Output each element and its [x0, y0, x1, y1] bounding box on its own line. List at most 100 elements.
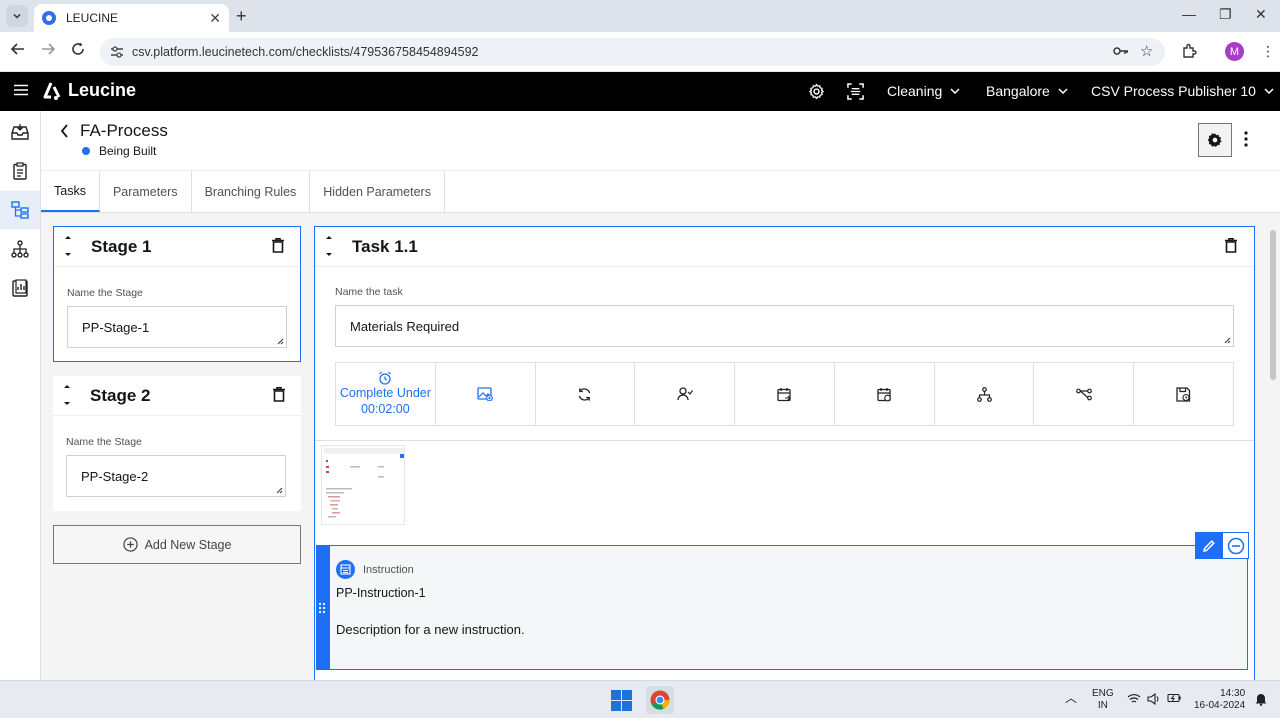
- location-selector[interactable]: Bangalore: [986, 83, 1068, 99]
- reorder-arrows[interactable]: [63, 233, 73, 259]
- nav-ontology[interactable]: [0, 230, 40, 268]
- task-card[interactable]: Task 1.1 Name the task Materials Require…: [314, 226, 1255, 680]
- section-divider: [315, 440, 1254, 441]
- instruction-actions: [1195, 532, 1249, 559]
- nav-reports[interactable]: [0, 269, 40, 307]
- bookmark-star-icon[interactable]: ☆: [1140, 42, 1153, 60]
- delete-task-icon[interactable]: [1225, 238, 1237, 253]
- minimize-icon[interactable]: —: [1182, 6, 1196, 22]
- tab-branching-rules[interactable]: Branching Rules: [192, 171, 311, 212]
- delete-stage-icon[interactable]: [273, 387, 285, 402]
- refresh-icon: [579, 387, 591, 401]
- instruction-parameter-card[interactable]: Instruction PP-Instruction-1 Description…: [316, 532, 1249, 670]
- browser-tab[interactable]: LEUCINE ✕: [34, 4, 229, 32]
- reload-icon[interactable]: [71, 42, 85, 56]
- user-assign-icon: [677, 387, 693, 401]
- task-header: Task 1.1: [315, 227, 1254, 267]
- schedule-action[interactable]: [735, 363, 835, 425]
- user-menu[interactable]: CSV Process Publisher 10: [1091, 83, 1274, 99]
- nav-inbox[interactable]: [0, 113, 40, 151]
- instruction-icon: [336, 560, 355, 579]
- image-add-icon: [477, 387, 494, 401]
- screenshot-preview-image: [324, 448, 404, 518]
- restore-icon[interactable]: ❐: [1219, 6, 1232, 23]
- drag-handle-icon[interactable]: [318, 602, 326, 614]
- stage-name-input[interactable]: PP-Stage-1: [67, 306, 287, 348]
- stage-card[interactable]: Stage 1 Name the Stage PP-Stage-1: [53, 226, 301, 362]
- chrome-taskbar-icon[interactable]: [646, 686, 674, 714]
- nav-checklists[interactable]: [0, 152, 40, 190]
- new-tab-icon[interactable]: +: [236, 6, 247, 27]
- tab-tasks[interactable]: Tasks: [41, 171, 100, 212]
- resize-handle-icon[interactable]: [276, 487, 283, 494]
- resize-handle-icon[interactable]: [277, 338, 284, 345]
- report-icon: [12, 279, 28, 297]
- timer-action[interactable]: Complete Under 00:02:00: [336, 363, 436, 425]
- profile-avatar[interactable]: M: [1225, 42, 1244, 61]
- process-flow-icon: [11, 201, 29, 219]
- instruction-name: PP-Instruction-1: [336, 586, 426, 600]
- stage-title: Stage 2: [90, 386, 151, 405]
- facility-selector[interactable]: Cleaning: [887, 83, 960, 99]
- extensions-icon[interactable]: [1181, 43, 1197, 59]
- save-template-action[interactable]: [1134, 363, 1233, 425]
- due-date-action[interactable]: [835, 363, 935, 425]
- input-language[interactable]: ENG IN: [1092, 688, 1114, 712]
- system-clock[interactable]: 14:30 16-04-2024: [1194, 688, 1245, 712]
- recurrence-action[interactable]: [536, 363, 636, 425]
- hamburger-menu-icon[interactable]: [14, 84, 28, 96]
- process-tabs: Tasks Parameters Branching Rules Hidden …: [41, 171, 1280, 213]
- gear-icon: [1207, 133, 1222, 147]
- edit-instruction-button[interactable]: [1195, 532, 1222, 559]
- tab-hidden-parameters[interactable]: Hidden Parameters: [310, 171, 445, 212]
- forward-icon[interactable]: [41, 42, 55, 56]
- battery-icon[interactable]: [1167, 693, 1181, 703]
- flow-action[interactable]: [1034, 363, 1135, 425]
- remove-instruction-button[interactable]: [1222, 532, 1249, 559]
- back-arrow-icon[interactable]: [60, 124, 70, 138]
- chevron-down-icon: [950, 88, 960, 94]
- task-name-input[interactable]: Materials Required: [335, 305, 1234, 347]
- reorder-arrows[interactable]: [62, 382, 72, 408]
- back-icon[interactable]: [11, 42, 25, 56]
- location-name: Bangalore: [986, 83, 1050, 99]
- sort-arrows-icon: [326, 236, 332, 256]
- reorder-arrows[interactable]: [324, 233, 334, 259]
- site-info-icon[interactable]: [110, 46, 124, 58]
- address-bar[interactable]: csv.platform.leucinetech.com/checklists/…: [100, 38, 1165, 66]
- sort-arrows-icon: [64, 385, 70, 405]
- branching-action[interactable]: [935, 363, 1035, 425]
- media-action[interactable]: [436, 363, 536, 425]
- status-dot: [82, 147, 90, 155]
- volume-icon[interactable]: [1147, 693, 1161, 705]
- add-new-stage-button[interactable]: Add New Stage: [53, 525, 301, 564]
- page-scrollbar[interactable]: [1270, 230, 1276, 380]
- scan-icon[interactable]: [847, 83, 864, 100]
- app-header: Leucine Cleaning Bangalore CSV Process P…: [0, 72, 1280, 111]
- attached-media-thumbnail[interactable]: [321, 445, 405, 525]
- os-taskbar: ︿ ENG IN 14:30 16-04-2024: [0, 680, 1280, 718]
- settings-gear-icon[interactable]: [808, 83, 825, 100]
- timer-value: 00:02:00: [361, 402, 410, 416]
- tab-search-button[interactable]: [6, 5, 28, 27]
- language-text: ENG: [1092, 688, 1114, 699]
- windows-start-icon[interactable]: [611, 690, 632, 711]
- leucine-logo[interactable]: Leucine: [42, 80, 136, 101]
- browser-menu-icon[interactable]: ⋮: [1261, 43, 1275, 60]
- process-settings-button[interactable]: [1198, 123, 1232, 157]
- close-tab-icon[interactable]: ✕: [209, 10, 221, 27]
- wifi-icon[interactable]: [1127, 693, 1141, 704]
- nav-process-builder[interactable]: [0, 191, 40, 229]
- more-options-icon[interactable]: [1244, 131, 1248, 147]
- assignment-action[interactable]: [635, 363, 736, 425]
- show-hidden-icons-icon[interactable]: ︿: [1065, 692, 1077, 704]
- stage-card[interactable]: Stage 2 Name the Stage PP-Stage-2: [53, 376, 301, 511]
- resize-handle-icon[interactable]: [1224, 337, 1231, 344]
- window-close-icon[interactable]: ✕: [1255, 6, 1267, 23]
- tab-parameters[interactable]: Parameters: [100, 171, 192, 212]
- stage-name-input[interactable]: PP-Stage-2: [66, 455, 286, 497]
- notification-bell-icon[interactable]: [1255, 692, 1267, 706]
- delete-stage-icon[interactable]: [272, 238, 284, 253]
- task-name-value: Materials Required: [350, 318, 460, 334]
- password-key-icon[interactable]: [1113, 45, 1129, 57]
